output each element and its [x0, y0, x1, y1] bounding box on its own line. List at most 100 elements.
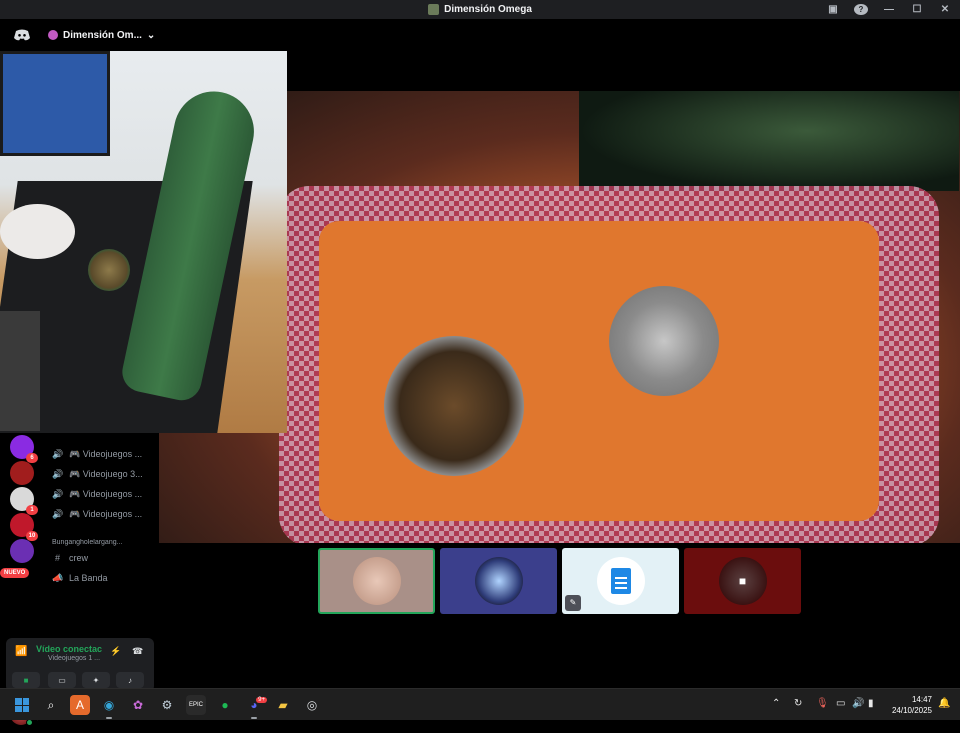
windows-taskbar: ⌕ A ◉ ✿ ⚙ EPIC ● ◕ 9+ ▰ ◎ ⌃ ↻ 🎙 ▭ 🔊 ▮ 14:…: [0, 688, 960, 720]
hash-icon: #: [54, 553, 60, 563]
epic-games-icon[interactable]: EPIC: [186, 695, 206, 715]
inbox-icon[interactable]: ▣: [826, 4, 840, 15]
camera-button[interactable]: ■: [12, 672, 40, 688]
server-icon-1[interactable]: 6: [10, 435, 38, 463]
video-stage: 6 1 10 NUEVO 🔊 🎮 Videojuegos ... 🔊 🎮 Vid…: [0, 51, 960, 726]
volume-icon[interactable]: 🔊: [852, 698, 864, 709]
video-grinder-full: [384, 336, 524, 476]
server-icon-4[interactable]: 10: [10, 513, 38, 541]
system-clock[interactable]: 14:47 24/10/2025: [892, 694, 932, 716]
title-bar: Dimensión Omega ▣ ? — ☐ ✕: [0, 0, 960, 19]
muted-mic-icon: ✎: [565, 595, 581, 611]
channel-label: 🎮 Videojuegos ...: [69, 448, 143, 459]
help-icon[interactable]: ?: [854, 4, 868, 15]
channel-label: 🎮 Videojuegos ...: [69, 508, 143, 519]
participant-tile-1[interactable]: [318, 548, 435, 614]
server-name: Dimensión Om...: [63, 29, 142, 41]
channel-label: La Banda: [69, 573, 108, 583]
speaker-icon: 🔊: [52, 508, 64, 519]
discord-home-button[interactable]: [8, 24, 36, 46]
discord-icon: [14, 29, 30, 41]
video-camera-icon: ■: [738, 574, 747, 588]
server-icon-2[interactable]: [10, 461, 34, 485]
participant-avatar: [352, 557, 401, 605]
channel-label: 🎮 Videojuegos ...: [69, 488, 143, 499]
notification-icon[interactable]: 🔔: [938, 698, 950, 709]
soundboard-button[interactable]: ♪: [116, 672, 144, 688]
edge-browser-icon[interactable]: ◉: [99, 695, 119, 719]
sync-icon[interactable]: ↻: [794, 698, 802, 709]
pip-monitor: [0, 51, 110, 156]
steam-icon[interactable]: ⚙: [157, 695, 177, 715]
minimize-button[interactable]: —: [882, 4, 896, 15]
obs-icon[interactable]: ◎: [302, 695, 322, 715]
pip-laptop: [0, 311, 40, 431]
text-channel-la-banda[interactable]: 📣 La Banda: [52, 569, 158, 587]
server-selector[interactable]: Dimensión Om... ⌄: [48, 30, 155, 41]
discord-badge: 9+: [256, 697, 267, 703]
disconnect-icon[interactable]: ☎: [132, 646, 143, 657]
search-icon[interactable]: ⌕: [41, 695, 61, 715]
participant-avatar: [474, 557, 523, 605]
speaker-icon: 🔊: [52, 488, 64, 499]
channel-sidebar: 6 1 10 NUEVO 🔊 🎮 Videojuegos ... 🔊 🎮 Vid…: [0, 433, 158, 726]
document-icon: [610, 568, 631, 594]
spotify-icon[interactable]: ●: [215, 695, 235, 715]
voice-channel-4[interactable]: 🔊 🎮 Videojuegos ...: [52, 505, 158, 523]
clock-date: 24/10/2025: [891, 706, 932, 715]
text-channel-crew[interactable]: # crew: [52, 549, 158, 567]
server-icon: [48, 30, 58, 40]
file-explorer-icon[interactable]: ▰: [273, 695, 293, 715]
online-status-indicator: [26, 719, 33, 726]
speaker-icon: 🔊: [52, 468, 64, 479]
windows-logo-icon: [15, 698, 29, 712]
channel-category[interactable]: Bunganghole​largang...: [52, 539, 150, 546]
microphone-tray-icon[interactable]: 🎙: [816, 698, 829, 709]
server-icon-3[interactable]: 1: [10, 487, 38, 515]
screen-share-button[interactable]: ▭: [48, 672, 76, 688]
participant-avatar: [596, 557, 645, 605]
top-bar: Dimensión Om... ⌄: [0, 19, 960, 51]
noise-suppression-icon[interactable]: ⚡: [110, 646, 121, 657]
channel-label: 🎮 Videojuego 3...: [69, 468, 143, 479]
chevron-up-icon[interactable]: ⌃: [772, 698, 780, 709]
camera-icon: ■: [23, 675, 29, 685]
chevron-down-icon: ⌄: [146, 29, 156, 41]
signal-icon[interactable]: 📶: [15, 646, 27, 657]
activities-icon: ✦: [92, 675, 100, 685]
voice-status[interactable]: Vídeo conectac: [36, 644, 102, 654]
voice-channel-2[interactable]: 🔊 🎮 Videojuego 3...: [52, 465, 158, 483]
voice-channel-1[interactable]: 🔊 🎮 Videojuegos ...: [52, 445, 158, 463]
video-grinder-open: [609, 286, 719, 396]
voice-channel-3[interactable]: 🔊 🎮 Videojuegos ...: [52, 485, 158, 503]
copilot-icon[interactable]: ✿: [128, 695, 148, 715]
pip-bowl: [88, 249, 130, 291]
new-badge[interactable]: NUEVO: [0, 568, 30, 578]
activities-button[interactable]: ✦: [82, 672, 110, 688]
app-icon-a[interactable]: A: [70, 695, 90, 715]
video-background: [579, 91, 959, 191]
channel-label: crew: [69, 553, 89, 563]
clock-time: 14:47: [911, 695, 932, 704]
participant-tile-3[interactable]: ✎: [562, 548, 679, 614]
announcement-icon: 📣: [52, 572, 64, 583]
screen-share-icon: ▭: [58, 675, 66, 685]
picture-in-picture-video[interactable]: [0, 51, 287, 433]
soundboard-icon: ♪: [128, 675, 132, 685]
pip-mouse: [0, 204, 75, 259]
start-button[interactable]: [12, 695, 32, 715]
participant-avatar: ■: [718, 557, 767, 605]
battery-icon[interactable]: ▮: [868, 698, 874, 709]
close-button[interactable]: ✕: [938, 4, 952, 15]
speaker-icon: 🔊: [52, 448, 64, 459]
server-icon-5[interactable]: [10, 539, 34, 563]
participant-tile-4[interactable]: ■: [684, 548, 801, 614]
window-title: Dimensión Omega: [444, 4, 532, 15]
discord-taskbar-icon[interactable]: ◕ 9+: [244, 695, 267, 719]
participant-tile-2[interactable]: [440, 548, 557, 614]
display-icon[interactable]: ▭: [836, 698, 845, 709]
app-icon: [428, 4, 440, 15]
maximize-button[interactable]: ☐: [910, 4, 924, 15]
voice-connection-panel: 📶 Vídeo conectac Videojuegos 1 ... ⚡ ☎ ■…: [6, 638, 154, 692]
voice-channel-name[interactable]: Videojuegos 1 ...: [48, 655, 100, 662]
